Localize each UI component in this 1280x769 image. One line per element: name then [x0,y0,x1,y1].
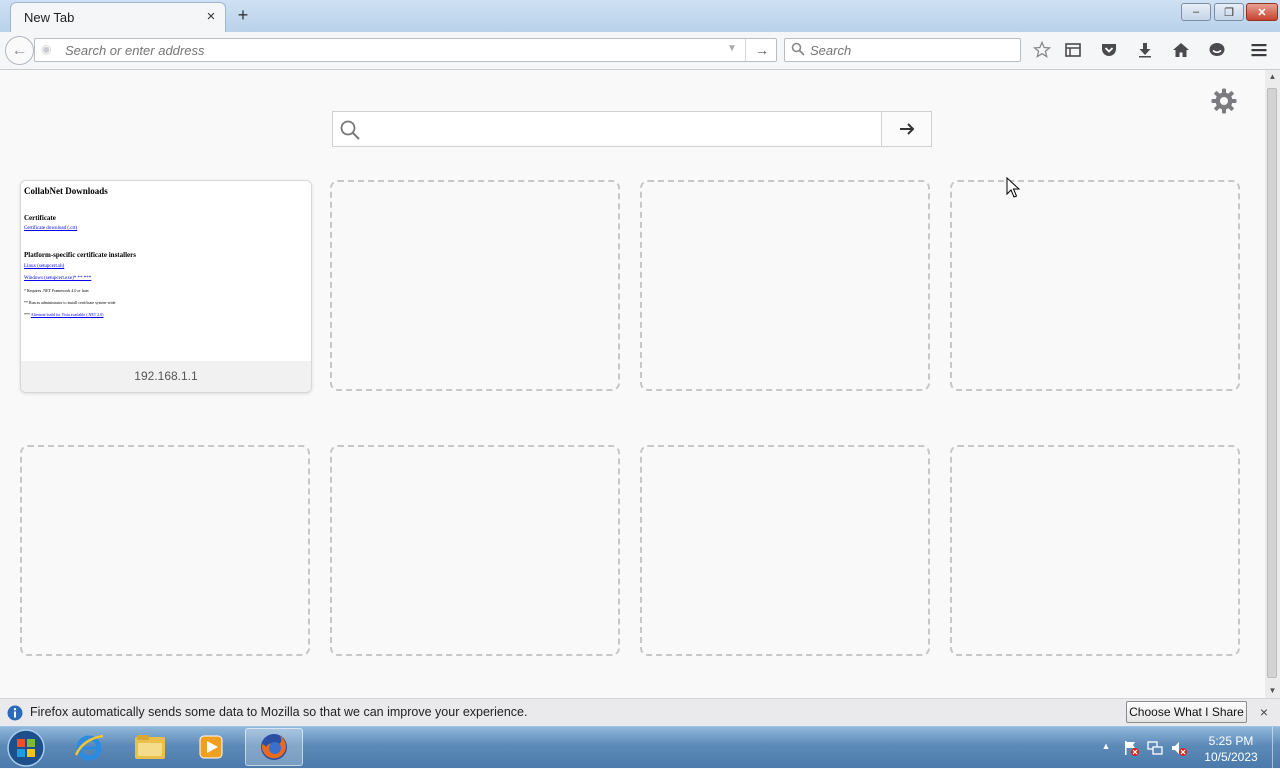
thumbnail-note: *** Alternate build for Vista available … [24,312,311,317]
thumbnail-link: Linux (setupcert.sh) [24,264,65,269]
taskbar-file-explorer[interactable] [121,728,179,766]
pocket-icon[interactable] [1099,40,1119,60]
empty-tile [20,445,310,656]
tile-caption: 192.168.1.1 [21,361,311,392]
network-icon[interactable] [1146,739,1164,757]
bookmark-star-icon[interactable] [1032,40,1052,60]
media-player-icon [199,735,223,759]
folder-icon [135,735,165,759]
tab-new-tab[interactable]: New Tab × [10,2,226,32]
tile-thumbnail: CollabNet Downloads Certificate Certific… [21,181,311,361]
empty-tile [950,445,1240,656]
chat-icon[interactable] [1207,40,1227,60]
thumbnail-link: Alternate build for Vista available (.NE… [30,312,104,317]
clock-date: 10/5/2023 [1204,750,1258,764]
gear-icon[interactable] [1210,87,1238,115]
thumbnail-heading: CollabNet Downloads [24,186,108,196]
newtab-search-box[interactable] [332,111,932,147]
arrow-right-icon [899,123,914,135]
volume-muted-icon[interactable] [1170,739,1188,757]
mouse-cursor-icon [1006,177,1020,198]
firefox-icon [261,734,287,760]
thumbnail-note: * Requires .NET Framework 4.0 or later [24,288,89,293]
tray-expand-arrow[interactable]: ▲ [1100,741,1112,753]
downloads-icon[interactable] [1135,40,1155,60]
url-go-button[interactable]: → [745,39,778,61]
show-desktop-button[interactable] [1272,727,1280,769]
thumbnail-note-prefix: *** [24,312,31,317]
maximize-button[interactable]: ❐ [1214,3,1244,21]
home-icon[interactable] [1171,40,1191,60]
search-icon [791,42,805,56]
taskbar-internet-explorer[interactable] [60,728,118,766]
thumbnail-section: Certificate [24,214,56,222]
tab-title: New Tab [24,10,75,25]
vertical-scrollbar[interactable]: ▲ ▼ [1265,70,1280,698]
taskbar: ▲ 5:25 PM 10/5/2023 [0,726,1280,769]
url-bar[interactable]: ◉ ▼ → [34,38,777,62]
info-icon [7,705,23,721]
back-button[interactable]: ← [5,36,34,65]
start-button[interactable] [4,727,48,769]
reading-list-icon[interactable] [1063,40,1083,60]
empty-tile [640,180,930,391]
taskbar-media-player[interactable] [182,728,240,766]
search-input[interactable] [810,41,1010,59]
scroll-up-arrow[interactable]: ▲ [1265,70,1280,84]
url-input[interactable] [65,41,715,59]
new-tab-page: CollabNet Downloads Certificate Certific… [0,70,1265,698]
minimize-button[interactable]: ‒ [1181,3,1211,21]
empty-tile [950,180,1240,391]
scroll-thumb[interactable] [1267,88,1277,678]
thumbnail-link: Certificate download (.crt) [24,226,78,231]
action-center-flag-icon[interactable] [1122,739,1140,757]
choose-what-i-share-button[interactable]: Choose What I Share [1126,701,1247,723]
close-window-button[interactable]: ✕ [1246,3,1278,21]
top-site-tile[interactable]: CollabNet Downloads Certificate Certific… [20,180,312,393]
notification-bar: Firefox automatically sends some data to… [0,698,1280,726]
internet-explorer-icon [74,734,104,761]
menu-icon[interactable] [1249,40,1269,60]
clock-time: 5:25 PM [1208,734,1254,748]
empty-tile [330,180,620,391]
notification-message: Firefox automatically sends some data to… [30,705,528,719]
newtab-search-input[interactable] [369,118,873,142]
url-dropdown-icon[interactable]: ▼ [725,43,739,57]
empty-tile [330,445,620,656]
tab-close-button[interactable]: × [203,9,219,25]
new-tab-button[interactable]: + [234,5,252,25]
search-icon [340,120,360,140]
identity-icon[interactable]: ◉ [41,42,55,56]
taskbar-firefox[interactable] [245,728,303,766]
scroll-down-arrow[interactable]: ▼ [1265,684,1280,698]
thumbnail-section: Platform-specific certificate installers [24,251,136,259]
system-clock[interactable]: 5:25 PM 10/5/2023 [1196,733,1266,765]
nav-bar: ← ◉ ▼ → [0,32,1280,70]
thumbnail-note: ** Run as administrator to install certi… [24,300,116,305]
empty-tile [640,445,930,656]
notification-close-button[interactable]: × [1255,703,1273,721]
search-bar[interactable] [784,38,1021,62]
title-bar: New Tab × + ‒ ❐ ✕ [0,0,1280,32]
newtab-search-go-button[interactable] [881,112,931,146]
thumbnail-link: Windows (setupcert.exe)* ** *** [24,276,92,281]
